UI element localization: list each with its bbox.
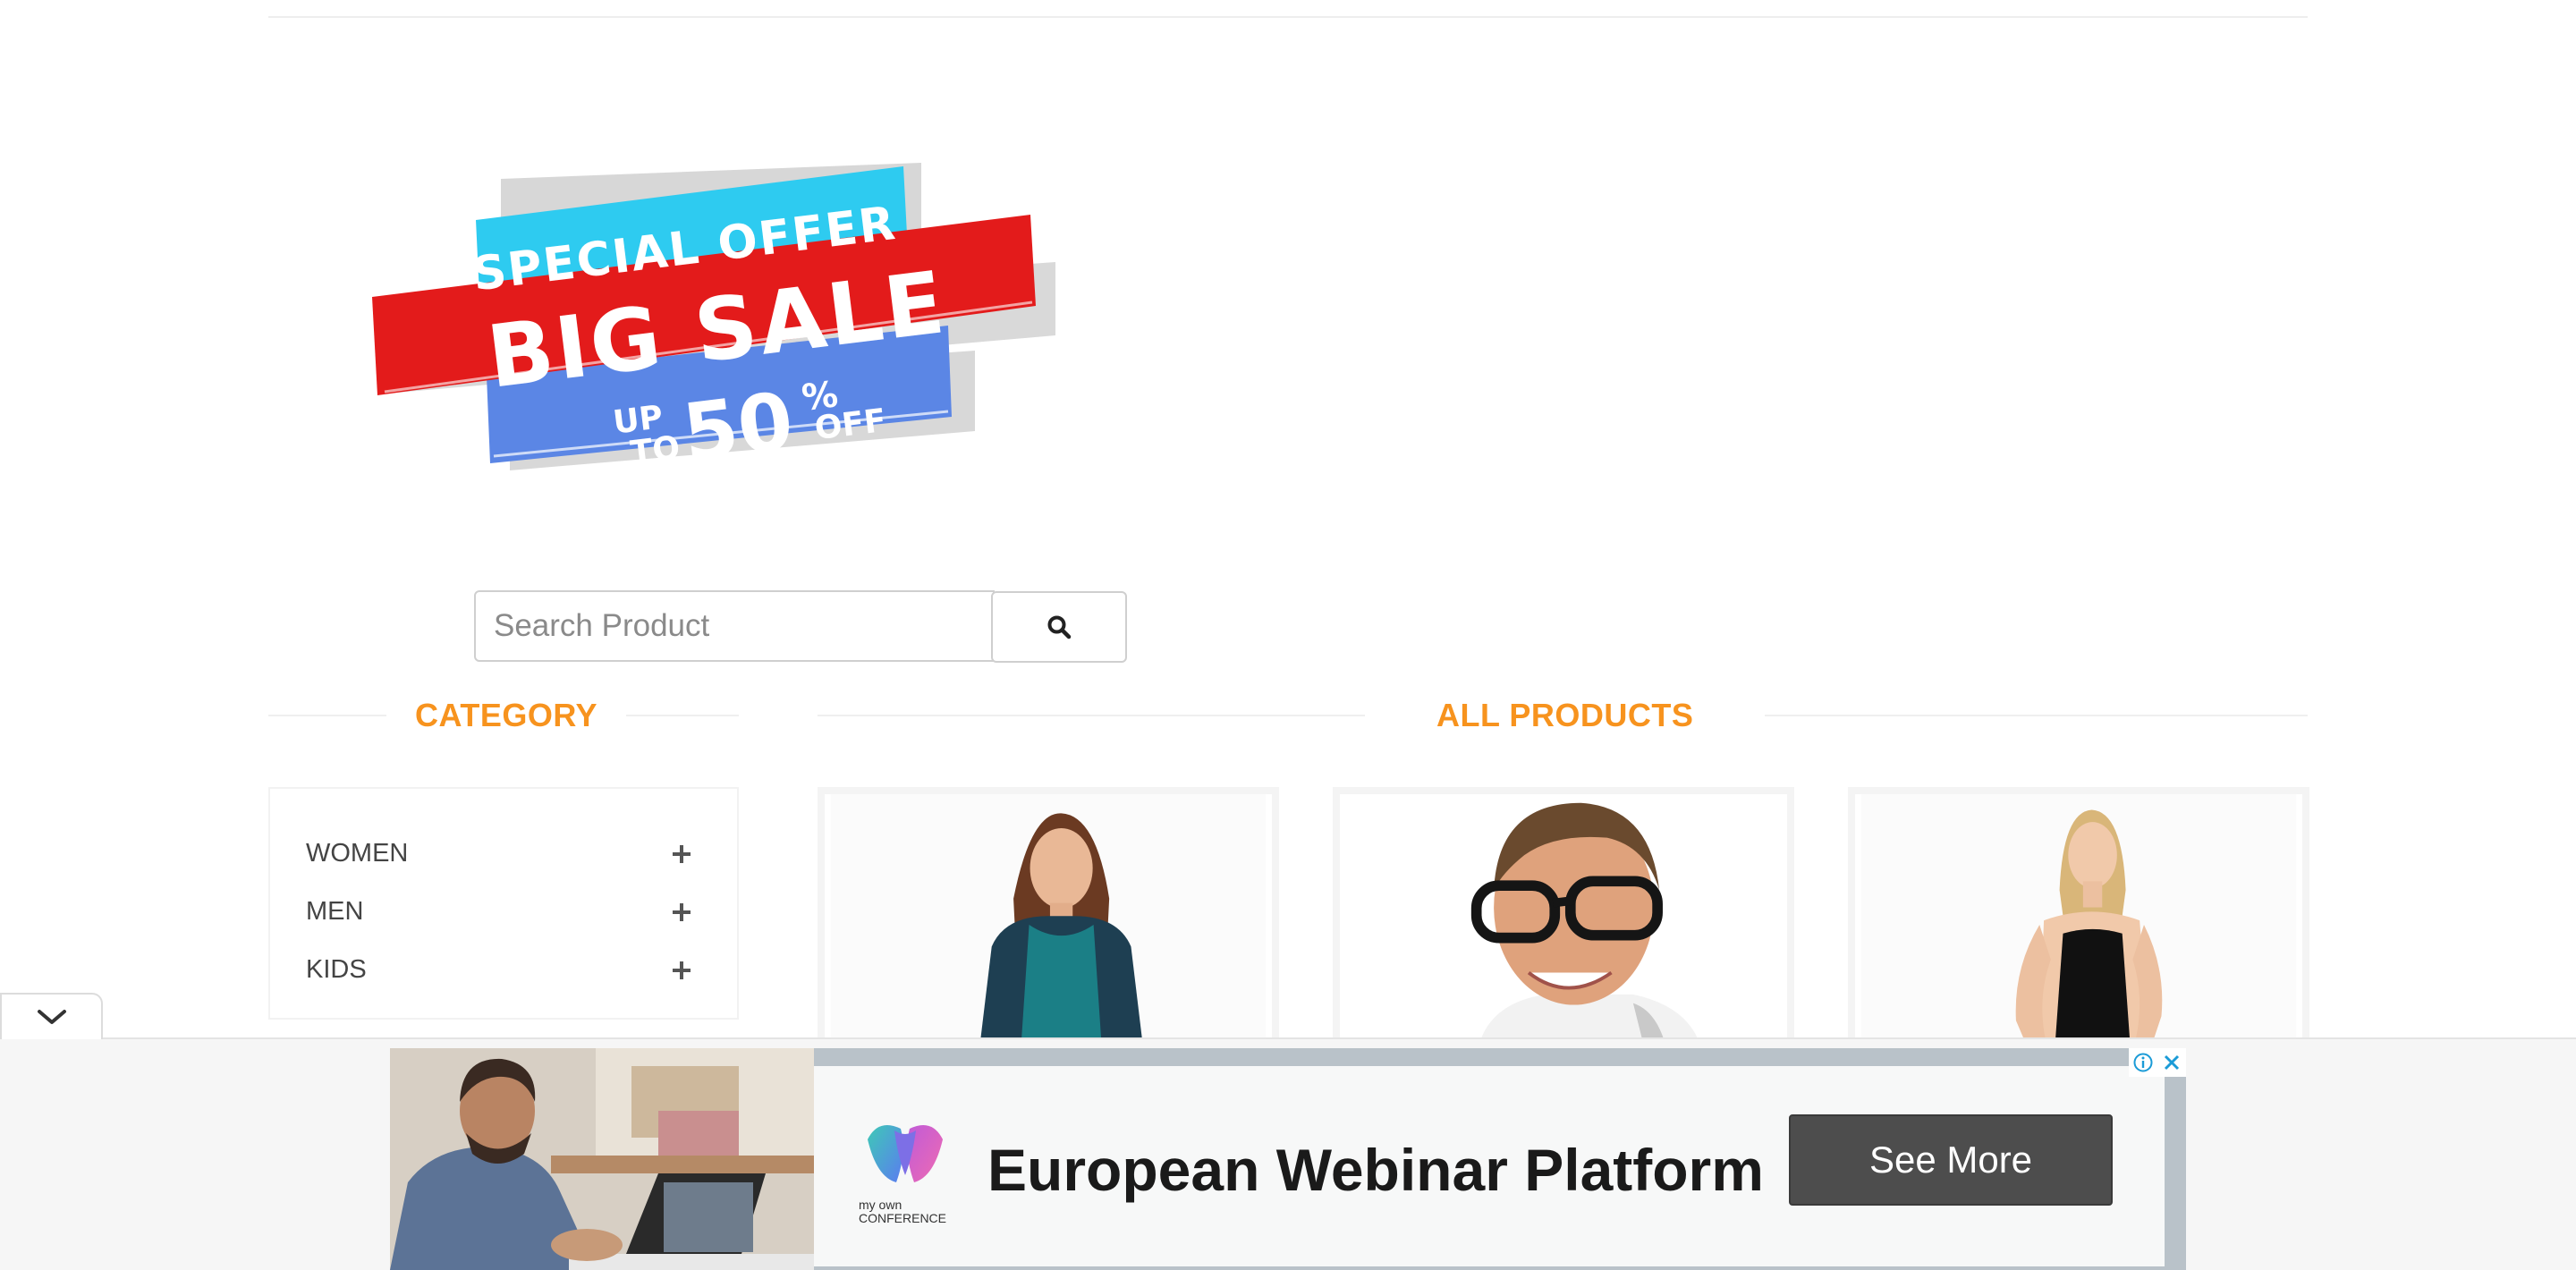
product-card[interactable]: [1333, 787, 1794, 1055]
search-button[interactable]: [991, 591, 1127, 663]
divider-line: [626, 715, 739, 716]
collapse-ad-button[interactable]: [0, 993, 103, 1039]
category-item-men[interactable]: MEN: [270, 883, 737, 941]
search-bar: [474, 590, 1127, 663]
category-item-label: KIDS: [306, 955, 367, 984]
ad-content: my own CONFERENCE European Webinar Platf…: [814, 1066, 2165, 1266]
top-divider: [268, 16, 2308, 18]
banner-off: OFF: [813, 402, 888, 447]
category-item-kids[interactable]: KIDS: [270, 941, 737, 999]
product-image-woman: [830, 794, 1267, 1055]
ad-photo-person-laptop: [390, 1048, 814, 1270]
advertisement[interactable]: my own CONFERENCE European Webinar Platf…: [390, 1048, 2186, 1270]
page: SPECIAL OFFER BIG SALE UP TO 50 % OFF CA…: [0, 0, 2576, 1270]
product-card[interactable]: [1848, 787, 2309, 1055]
product-image-man: [1345, 794, 1782, 1055]
see-more-button[interactable]: See More: [1789, 1114, 2113, 1206]
divider-line: [268, 715, 386, 716]
info-icon[interactable]: [2132, 1052, 2154, 1073]
product-card[interactable]: [818, 787, 1279, 1055]
plus-icon[interactable]: [671, 843, 692, 865]
search-icon: [1047, 615, 1072, 639]
ad-logo-text: my own CONFERENCE: [859, 1198, 946, 1225]
search-input[interactable]: [474, 590, 995, 662]
ad-logo-line: my own: [859, 1198, 902, 1212]
products-title: ALL PRODUCTS: [1436, 697, 1694, 733]
banner-to: TO: [629, 429, 682, 471]
sale-banner[interactable]: SPECIAL OFFER BIG SALE UP TO 50 % OFF: [367, 161, 1064, 474]
sale-banner-graphic: SPECIAL OFFER BIG SALE UP TO 50 % OFF: [372, 163, 1055, 474]
divider-line: [1765, 715, 2308, 716]
banner-amount: 50: [678, 375, 798, 474]
divider-line: [818, 715, 1365, 716]
ad-headline: European Webinar Platform: [987, 1137, 1764, 1203]
ad-logo-line: CONFERENCE: [859, 1211, 947, 1225]
ad-image: [390, 1048, 814, 1270]
category-item-label: MEN: [306, 897, 364, 926]
chevron-down-icon: [37, 1010, 66, 1024]
category-title: CATEGORY: [415, 697, 598, 733]
category-list: WOMEN MEN KIDS: [268, 787, 739, 1020]
products-heading: ALL PRODUCTS: [818, 695, 2308, 736]
plus-icon[interactable]: [671, 960, 692, 981]
close-icon[interactable]: [2161, 1052, 2182, 1073]
category-item-label: WOMEN: [306, 839, 409, 868]
product-image-woman: [1860, 794, 2297, 1055]
conference-logo-icon: [868, 1125, 943, 1182]
plus-icon[interactable]: [671, 902, 692, 923]
category-heading: CATEGORY: [268, 695, 739, 736]
category-item-women[interactable]: WOMEN: [270, 825, 737, 883]
ad-controls: [2129, 1048, 2186, 1077]
